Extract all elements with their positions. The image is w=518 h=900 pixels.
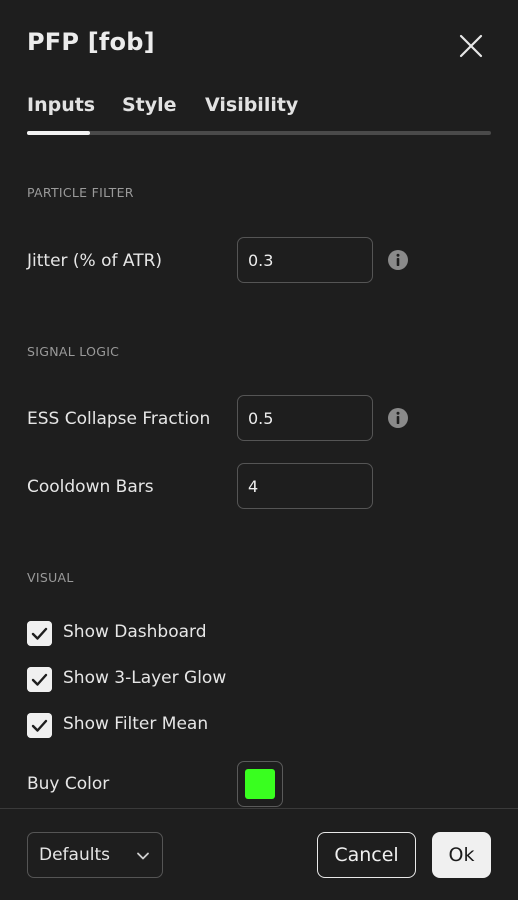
footer-divider: [0, 808, 518, 809]
section-heading-particle-filter: PARTICLE FILTER: [27, 185, 134, 200]
defaults-label: Defaults: [39, 845, 110, 865]
tab-bar: Inputs Style Visibility: [27, 94, 491, 138]
buy-color-swatch-button[interactable]: [237, 761, 283, 807]
checkbox-checked[interactable]: [27, 667, 52, 692]
cooldown-bars-input[interactable]: [237, 463, 373, 509]
jitter-input[interactable]: [237, 237, 373, 283]
cooldown-bars-label: Cooldown Bars: [27, 477, 154, 497]
chevron-down-icon: [137, 852, 149, 860]
defaults-dropdown[interactable]: Defaults: [27, 832, 163, 878]
page-title: PFP [fob]: [27, 28, 155, 56]
checkbox-checked[interactable]: [27, 621, 52, 646]
section-heading-signal-logic: SIGNAL LOGIC: [27, 344, 120, 359]
show-glow-label: Show 3-Layer Glow: [63, 668, 227, 688]
close-icon[interactable]: [458, 33, 484, 59]
show-filter-mean-label: Show Filter Mean: [63, 714, 209, 734]
color-swatch: [245, 769, 275, 799]
section-heading-visual: VISUAL: [27, 570, 74, 585]
ess-collapse-label: ESS Collapse Fraction: [27, 409, 211, 429]
tab-visibility[interactable]: Visibility: [205, 94, 298, 116]
info-icon[interactable]: [387, 249, 409, 271]
tab-style[interactable]: Style: [122, 94, 177, 116]
ok-button[interactable]: Ok: [432, 832, 491, 878]
show-dashboard-label: Show Dashboard: [63, 622, 207, 642]
tab-inputs[interactable]: Inputs: [27, 94, 95, 116]
ess-collapse-input[interactable]: [237, 395, 373, 441]
tab-active-indicator: [27, 131, 90, 135]
tab-track: [27, 131, 491, 135]
buy-color-label: Buy Color: [27, 774, 110, 794]
checkbox-checked[interactable]: [27, 713, 52, 738]
jitter-label: Jitter (% of ATR): [27, 251, 163, 271]
info-icon[interactable]: [387, 407, 409, 429]
cancel-button[interactable]: Cancel: [317, 832, 416, 878]
